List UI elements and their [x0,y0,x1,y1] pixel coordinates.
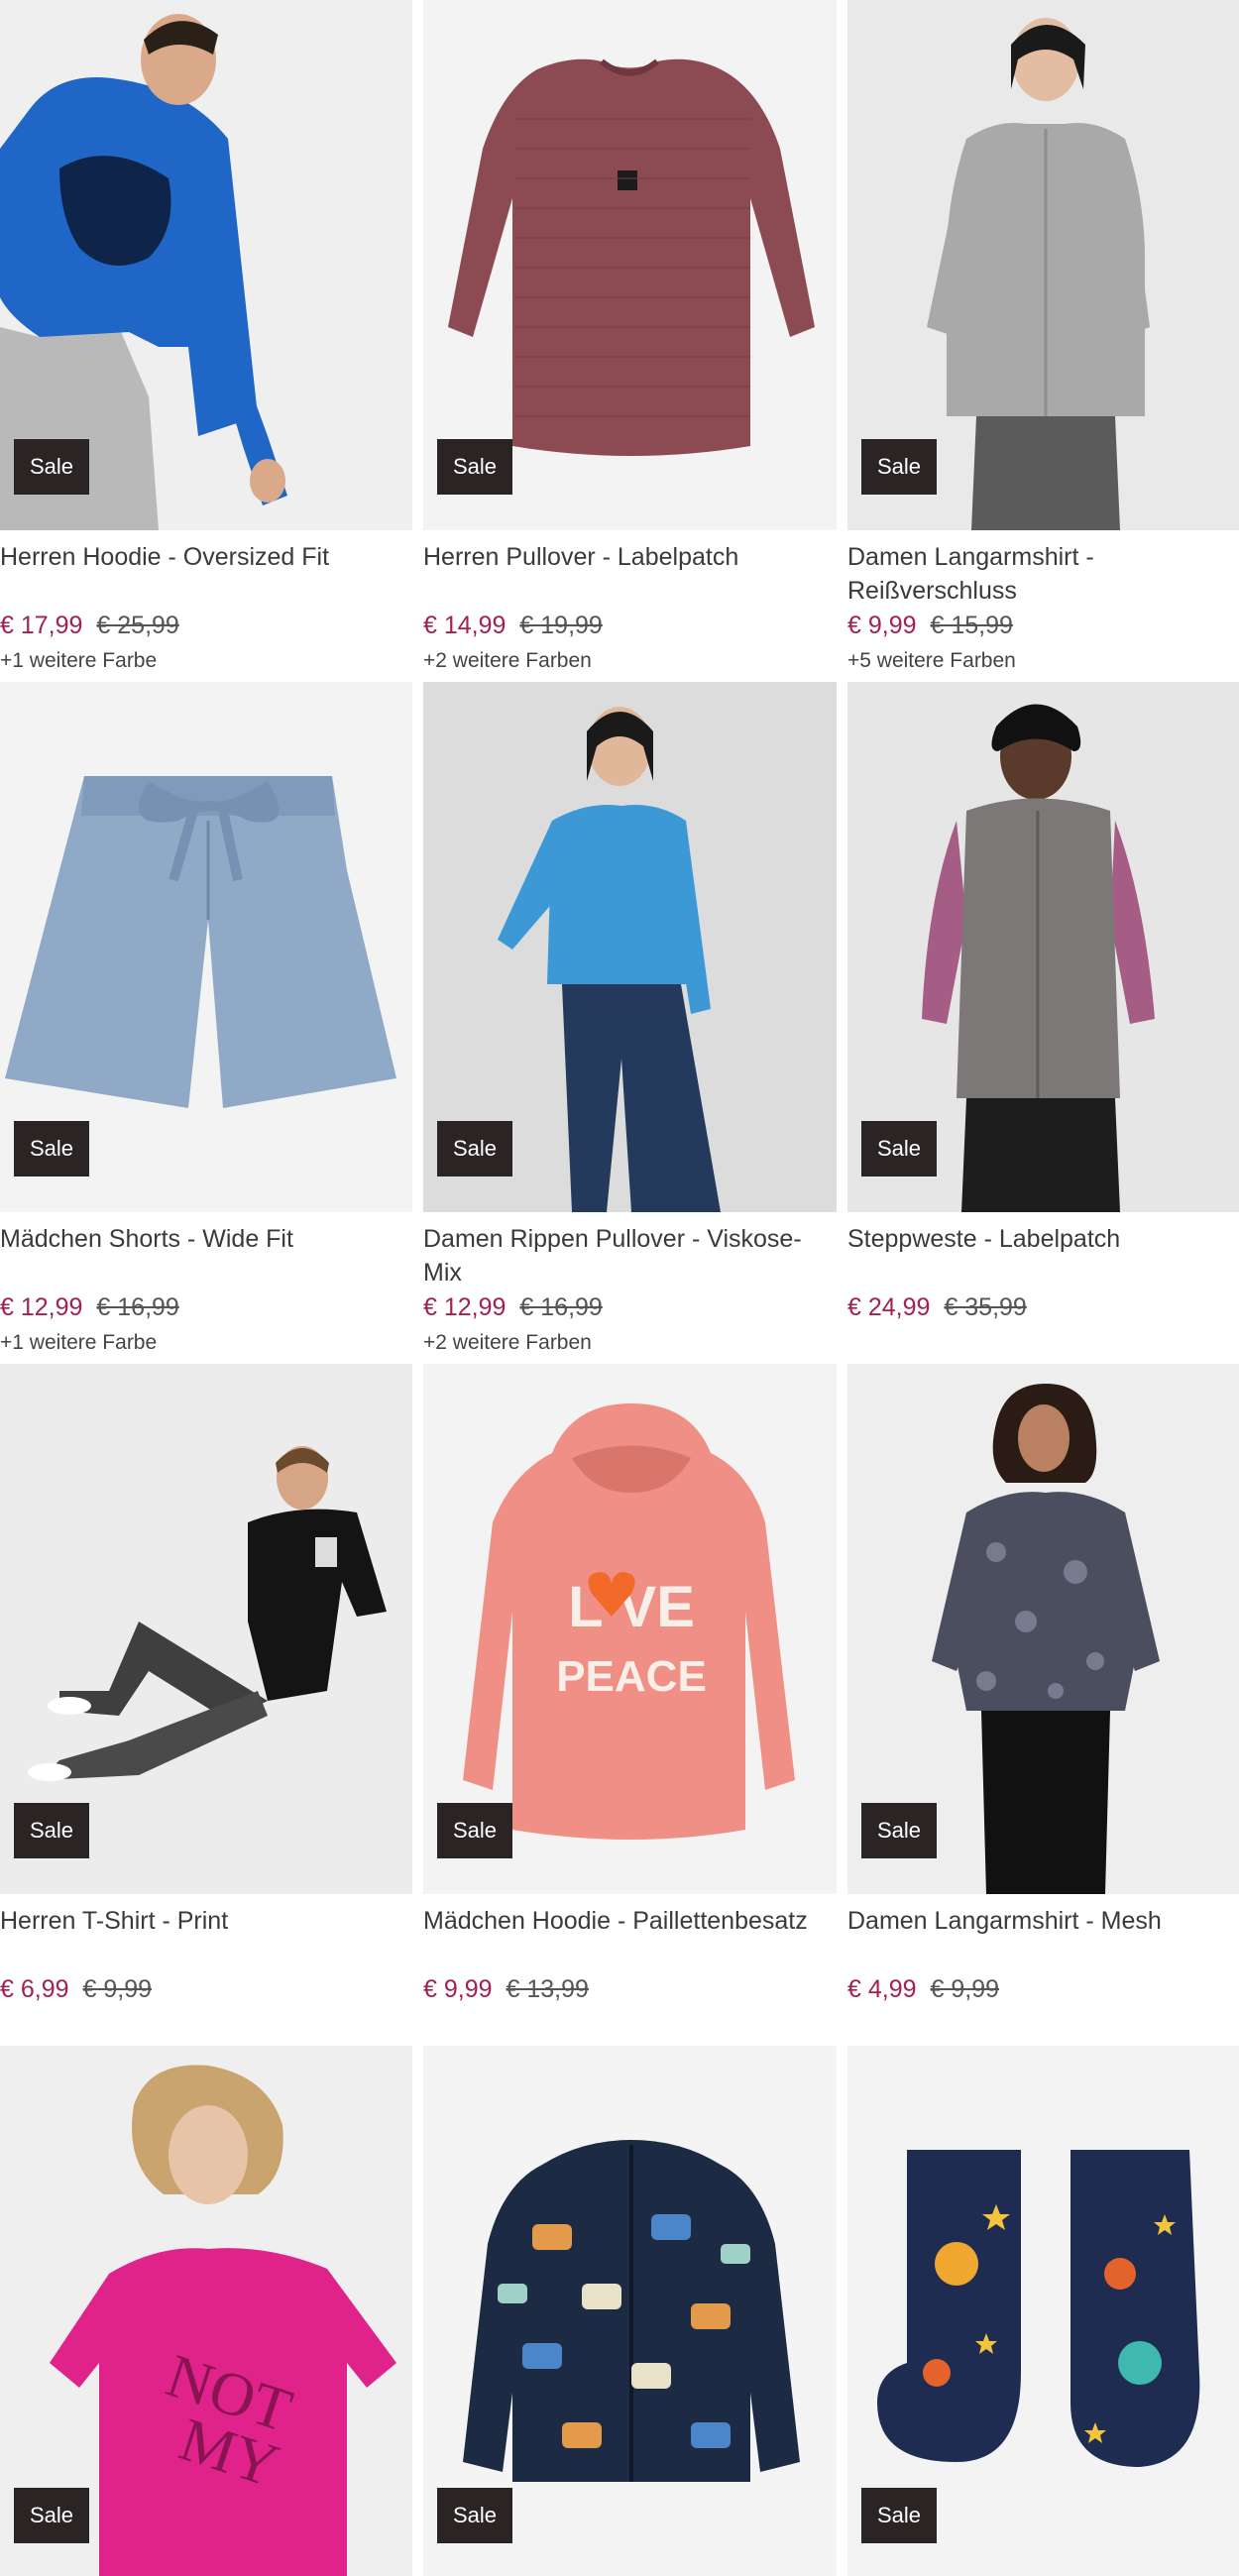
product-image[interactable]: Sale [423,682,837,1212]
product-title[interactable]: Damen Langarmshirt - Mesh [847,1904,1239,1938]
more-colors-link[interactable]: +5 weitere Farben [847,647,1016,675]
more-colors-link[interactable]: +1 weitere Farbe [0,647,157,675]
product-card[interactable]: Sale Damen Langarmshirt - Mesh € 4,99 € 9… [847,1364,1239,2046]
price-row: € 17,99 € 25,99 [0,608,179,643]
sale-price: € 12,99 [0,1293,83,1321]
price-row: € 6,99 € 9,99 [0,1971,152,2007]
price-row: € 9,99 € 13,99 [423,1971,589,2007]
sale-badge: Sale [14,1121,90,1176]
price-row: € 14,99 € 19,99 [423,608,603,643]
original-price: € 19,99 [519,612,603,639]
sale-badge: Sale [14,2488,90,2543]
original-price: € 25,99 [96,612,179,639]
product-card[interactable]: Sale Herren Pullover - Labelpatch € 14,9… [423,0,837,682]
sale-price: € 9,99 [423,1975,493,2003]
product-title[interactable]: Herren Hoodie - Oversized Fit [0,540,412,574]
more-colors-link[interactable]: +2 weitere Farben [423,1329,592,1357]
product-image[interactable]: NOT MY Sale [0,2046,412,2576]
product-image[interactable]: Sale [847,0,1239,530]
product-card[interactable]: Sale Herren T-Shirt - Print € 6,99 € 9,99 [0,1364,412,2046]
sale-price: € 12,99 [423,1293,507,1321]
product-image[interactable]: Sale [423,2046,837,2576]
original-price: € 9,99 [82,1975,153,2003]
product-card[interactable]: Sale Damen Rippen Pullover - Viskose-Mix… [423,682,837,1364]
sale-price: € 6,99 [0,1975,69,2003]
original-price: € 16,99 [96,1293,179,1321]
product-title[interactable]: Damen Rippen Pullover - Viskose-Mix [423,1222,837,1289]
sale-badge: Sale [861,2488,938,2543]
sale-badge: Sale [861,1121,938,1176]
price-row: € 24,99 € 35,99 [847,1289,1027,1325]
product-card[interactable]: Sale Steppweste - Labelpatch € 24,99 € 35… [847,682,1239,1364]
product-card[interactable]: Sale [847,2046,1239,2576]
product-image[interactable]: Sale [847,2046,1239,2576]
product-title[interactable]: Herren Pullover - Labelpatch [423,540,837,574]
sale-price: € 9,99 [847,612,917,639]
product-title[interactable]: Damen Langarmshirt - Reißverschluss [847,540,1239,608]
original-price: € 15,99 [930,612,1013,639]
sale-price: € 4,99 [847,1975,917,2003]
product-image[interactable]: L VE PEACE Sale [423,1364,837,1894]
price-row: € 12,99 € 16,99 [0,1289,179,1325]
product-image[interactable]: Sale [847,1364,1239,1894]
product-card[interactable]: Sale [423,2046,837,2576]
sale-badge: Sale [437,439,513,495]
price-row: € 12,99 € 16,99 [423,1289,603,1325]
product-title[interactable]: Mädchen Shorts - Wide Fit [0,1222,412,1256]
product-card[interactable]: L VE PEACE Sale Mädchen Hoodie - Paillet… [423,1364,837,2046]
product-image[interactable]: Sale [847,682,1239,1212]
sale-price: € 24,99 [847,1293,931,1321]
sale-price: € 17,99 [0,612,83,639]
original-price: € 9,99 [930,1975,1000,2003]
product-image[interactable]: Sale [0,1364,412,1894]
more-colors-link[interactable]: +2 weitere Farben [423,647,592,675]
print-peace: PEACE [556,1652,707,1701]
product-title[interactable]: Mädchen Hoodie - Paillettenbesatz [423,1904,837,1938]
sale-badge: Sale [437,2488,513,2543]
product-card[interactable]: Sale Damen Langarmshirt - Reißverschluss… [847,0,1239,682]
product-image[interactable]: Sale [423,0,837,530]
sale-badge: Sale [861,439,938,495]
product-card[interactable]: Sale Herren Hoodie - Oversized Fit € 17,… [0,0,412,682]
product-title[interactable]: Herren T-Shirt - Print [0,1904,412,1938]
product-grid: Sale Herren Hoodie - Oversized Fit € 17,… [0,0,1239,2576]
product-card[interactable]: Sale Mädchen Shorts - Wide Fit € 12,99 € … [0,682,412,1364]
product-image[interactable]: Sale [0,0,412,530]
sale-badge: Sale [437,1121,513,1176]
sale-price: € 14,99 [423,612,507,639]
more-colors-link[interactable]: +1 weitere Farbe [0,1329,157,1357]
price-row: € 9,99 € 15,99 [847,608,1013,643]
original-price: € 13,99 [506,1975,589,2003]
product-title[interactable]: Steppweste - Labelpatch [847,1222,1239,1256]
original-price: € 35,99 [944,1293,1027,1321]
product-card[interactable]: NOT MY Sale [0,2046,412,2576]
sale-badge: Sale [14,439,90,495]
price-row: € 4,99 € 9,99 [847,1971,999,2007]
sale-badge: Sale [861,1803,938,1858]
product-image[interactable]: Sale [0,682,412,1212]
sale-badge: Sale [437,1803,513,1858]
original-price: € 16,99 [519,1293,603,1321]
sale-badge: Sale [14,1803,90,1858]
